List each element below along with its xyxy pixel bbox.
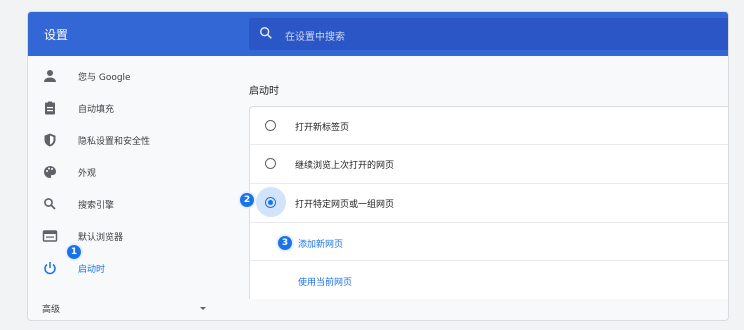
use-current-pages-link[interactable]: 使用当前网页 [298, 275, 352, 288]
search-icon [260, 27, 272, 39]
radio-button-selected[interactable] [265, 197, 276, 208]
chevron-down-icon[interactable] [200, 307, 206, 310]
divider [250, 260, 728, 261]
power-icon [44, 262, 56, 275]
startup-option-new-tab[interactable]: 打开新标签页 [250, 107, 728, 145]
sidebar-item-label: 您与 Google [78, 73, 131, 83]
startup-option-continue[interactable]: 继续浏览上次打开的网页 [250, 145, 728, 183]
sidebar-item-privacy[interactable]: 隐私设置和安全性 [28, 126, 228, 154]
advanced-toggle[interactable]: 高级 [42, 302, 60, 315]
sidebar-item-label: 隐私设置和安全性 [78, 137, 151, 147]
clipboard-icon [45, 101, 55, 115]
shield-icon [44, 133, 56, 147]
step-badge-1: 1 [67, 245, 81, 259]
sidebar-item-autofill[interactable]: 自动填充 [28, 94, 228, 122]
section-title: 启动时 [249, 86, 279, 97]
sidebar-item-appearance[interactable]: 外观 [28, 158, 228, 186]
sidebar-item-label: 自动填充 [78, 105, 115, 115]
sidebar-item-label: 默认浏览器 [78, 233, 124, 243]
divider [250, 222, 728, 223]
sidebar: 您与 Google 自动填充 隐私设置和安全性 外观 搜索引擎 默认浏览器 启动… [28, 56, 228, 320]
palette-icon [44, 166, 57, 178]
person-icon [44, 70, 56, 82]
search-box[interactable]: 在设置中搜索 [249, 18, 728, 50]
page-title: 设置 [44, 28, 69, 42]
sidebar-item-default-browser[interactable]: 默认浏览器 [28, 222, 228, 250]
radio-button[interactable] [265, 158, 276, 169]
sidebar-item-on-startup[interactable]: 启动时 [28, 254, 228, 282]
search-icon [44, 198, 56, 210]
option-label: 打开新标签页 [295, 123, 350, 133]
sidebar-item-label: 启动时 [78, 265, 106, 275]
search-input[interactable]: 在设置中搜索 [285, 28, 345, 43]
sidebar-item-you-and-google[interactable]: 您与 Google [28, 62, 228, 90]
radio-button[interactable] [265, 120, 276, 131]
header-bar: 设置 在设置中搜索 [28, 12, 728, 56]
step-badge-2: 2 [240, 193, 254, 207]
add-new-page-link[interactable]: 添加新网页 [298, 237, 343, 250]
option-label: 继续浏览上次打开的网页 [295, 161, 395, 171]
browser-icon [42, 230, 58, 242]
startup-option-specific-pages[interactable]: 打开特定网页或一组网页 [250, 184, 728, 222]
sidebar-item-label: 搜索引擎 [78, 201, 115, 211]
sidebar-item-search-engine[interactable]: 搜索引擎 [28, 190, 228, 218]
option-label: 打开特定网页或一组网页 [295, 200, 395, 210]
startup-options-card: 打开新标签页 继续浏览上次打开的网页 打开特定网页或一组网页 添加新网页 使用当… [249, 106, 728, 299]
sidebar-item-label: 外观 [78, 169, 97, 179]
settings-window: 设置 在设置中搜索 您与 Google 自动填充 隐私设置和安全性 外观 搜索引… [27, 11, 729, 321]
step-badge-3: 3 [278, 236, 292, 250]
